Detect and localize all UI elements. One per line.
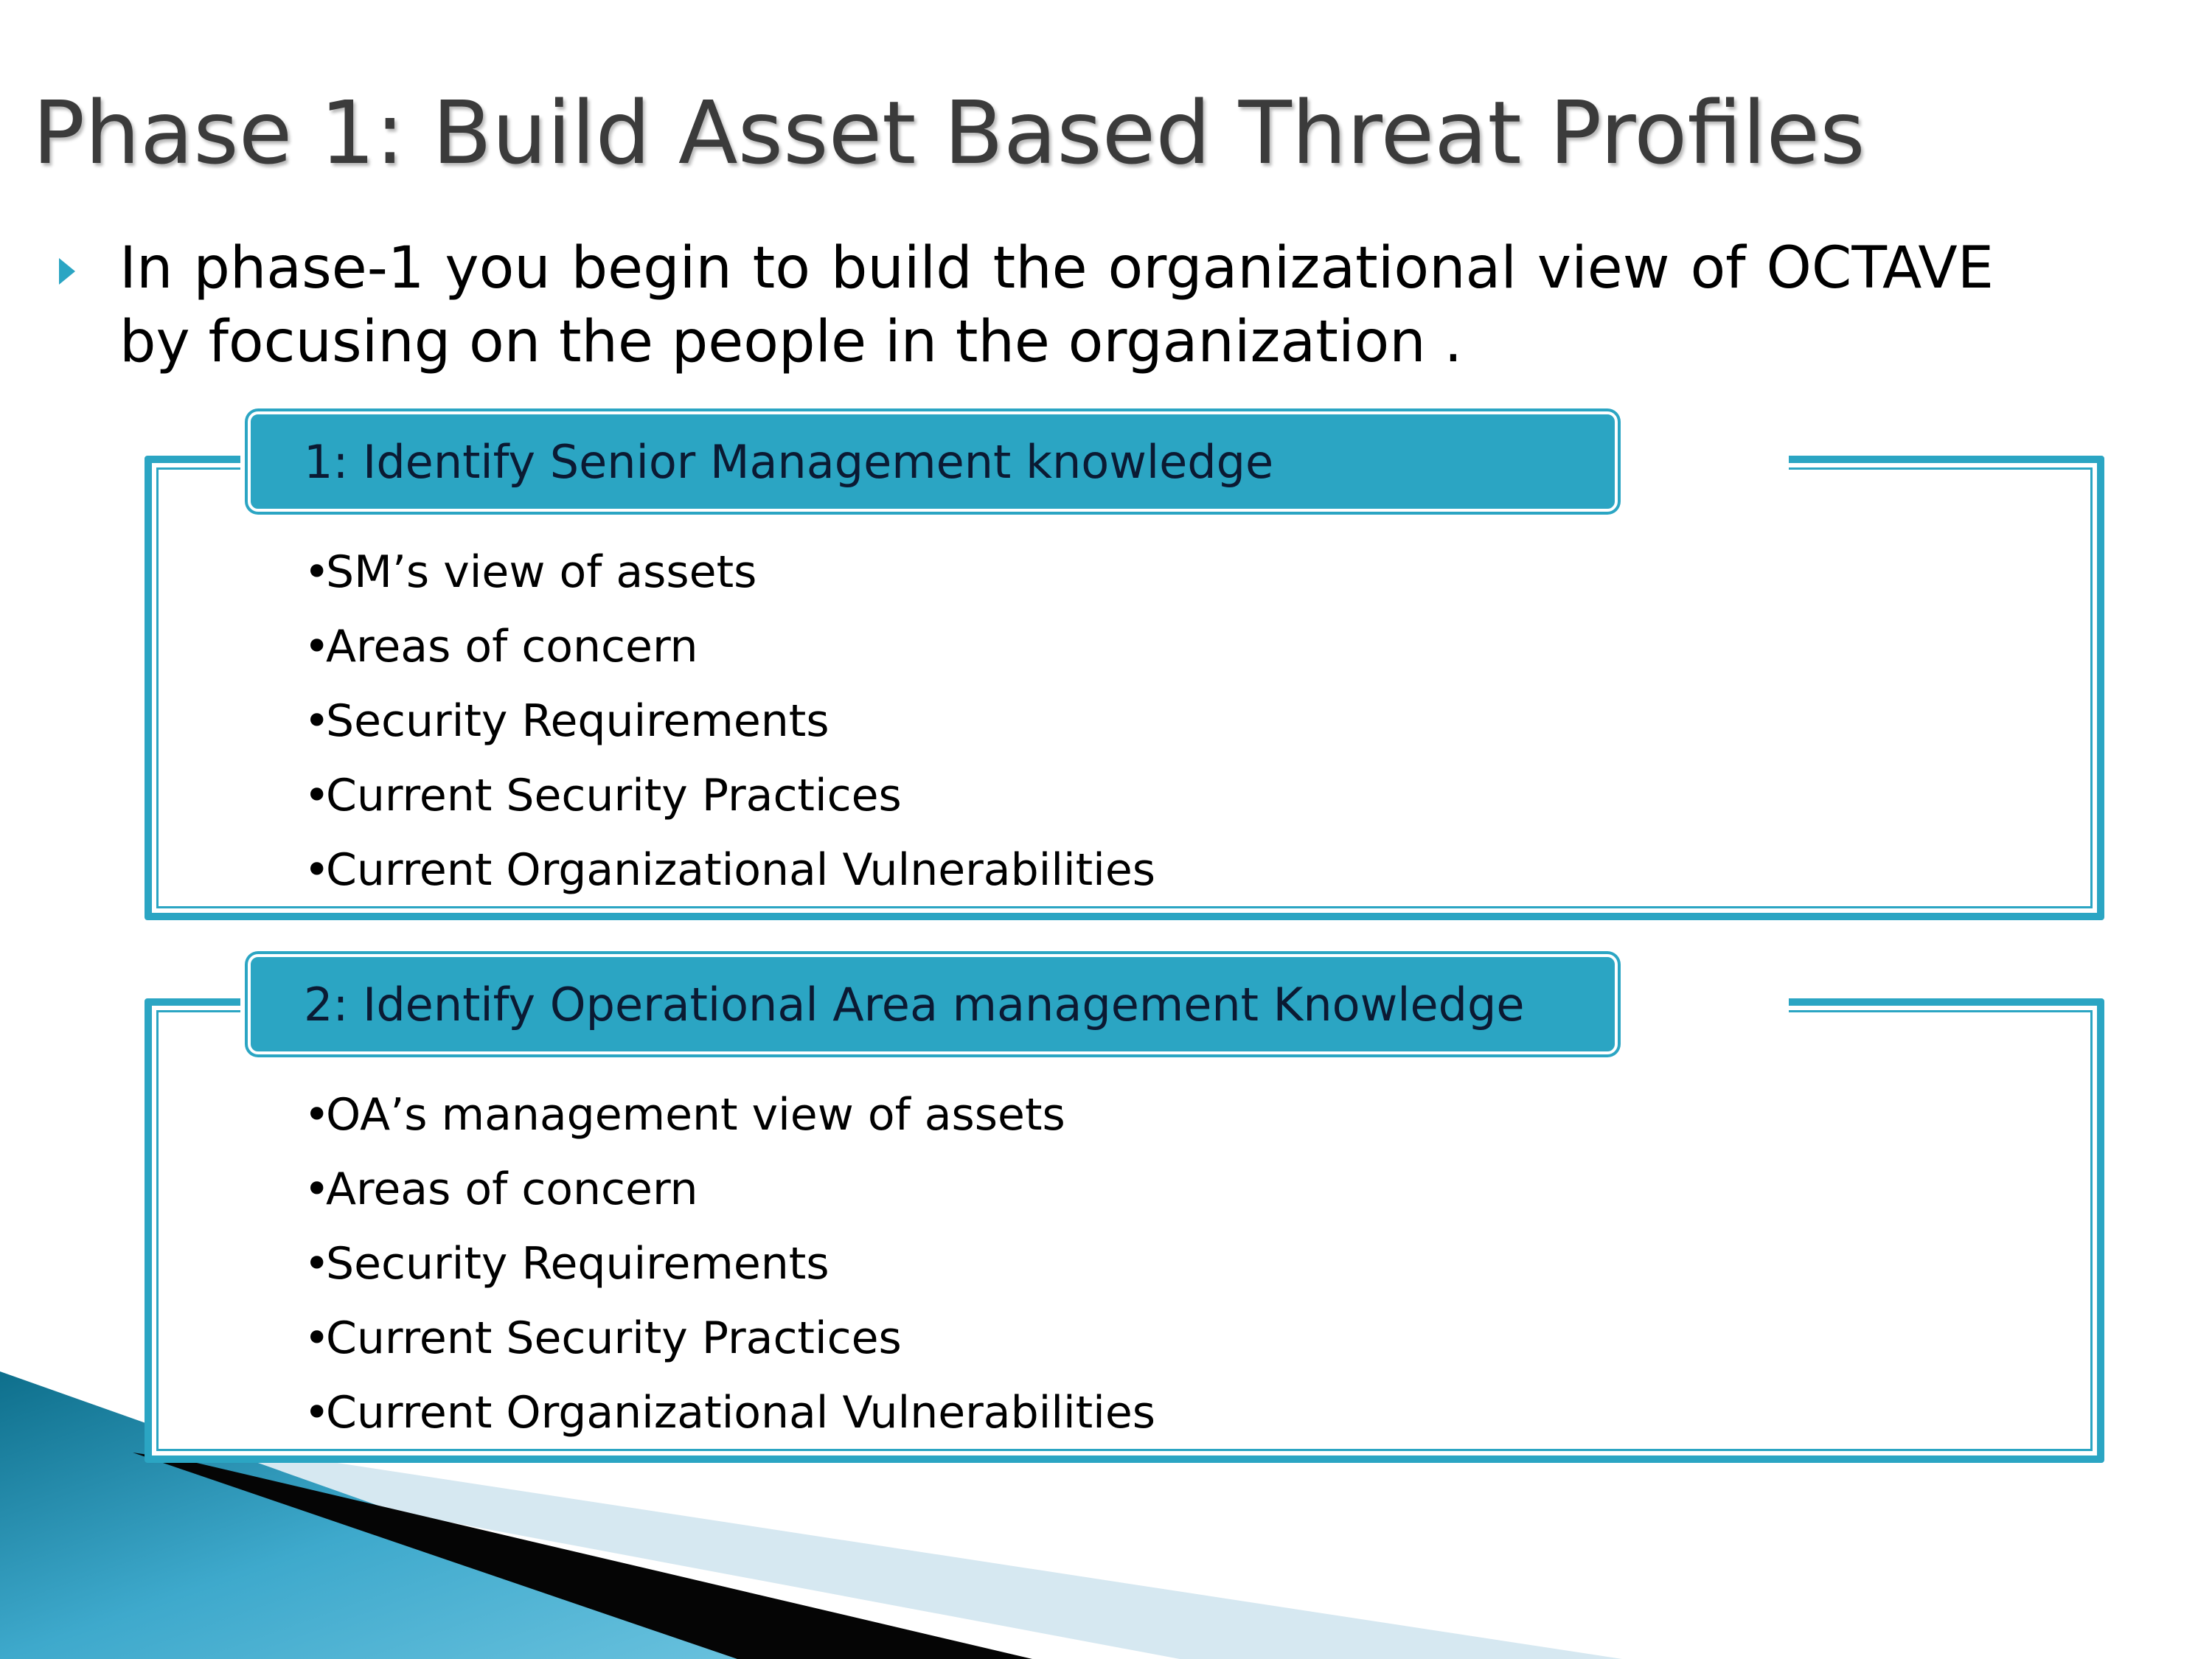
list-item: OA’s management view of assets	[304, 1078, 1155, 1152]
intro-paragraph: In phase-1 you begin to build the organi…	[52, 232, 2006, 379]
section-header: 2: Identify Operational Area management …	[248, 954, 1618, 1054]
section-item-list: SM’s view of assets Areas of concern Sec…	[304, 535, 1155, 908]
slide-title: Phase 1: Build Asset Based Threat Profil…	[32, 82, 1865, 184]
list-item: SM’s view of assets	[304, 535, 1155, 610]
intro-text: In phase-1 you begin to build the organi…	[119, 235, 1994, 375]
list-item: Current Organizational Vulnerabilities	[304, 833, 1155, 908]
triangle-bullet-icon	[59, 258, 75, 285]
section-header: 1: Identify Senior Management knowledge	[248, 411, 1618, 512]
list-item: Current Organizational Vulnerabilities	[304, 1376, 1155, 1450]
section-item-list: OA’s management view of assets Areas of …	[304, 1078, 1155, 1450]
list-item: Security Requirements	[304, 684, 1155, 759]
section-header-label: 1: Identify Senior Management knowledge	[304, 435, 1274, 489]
section-header-label: 2: Identify Operational Area management …	[304, 978, 1525, 1032]
list-item: Areas of concern	[304, 1152, 1155, 1227]
list-item: Areas of concern	[304, 610, 1155, 684]
list-item: Current Security Practices	[304, 1301, 1155, 1376]
list-item: Security Requirements	[304, 1227, 1155, 1301]
list-item: Current Security Practices	[304, 759, 1155, 833]
